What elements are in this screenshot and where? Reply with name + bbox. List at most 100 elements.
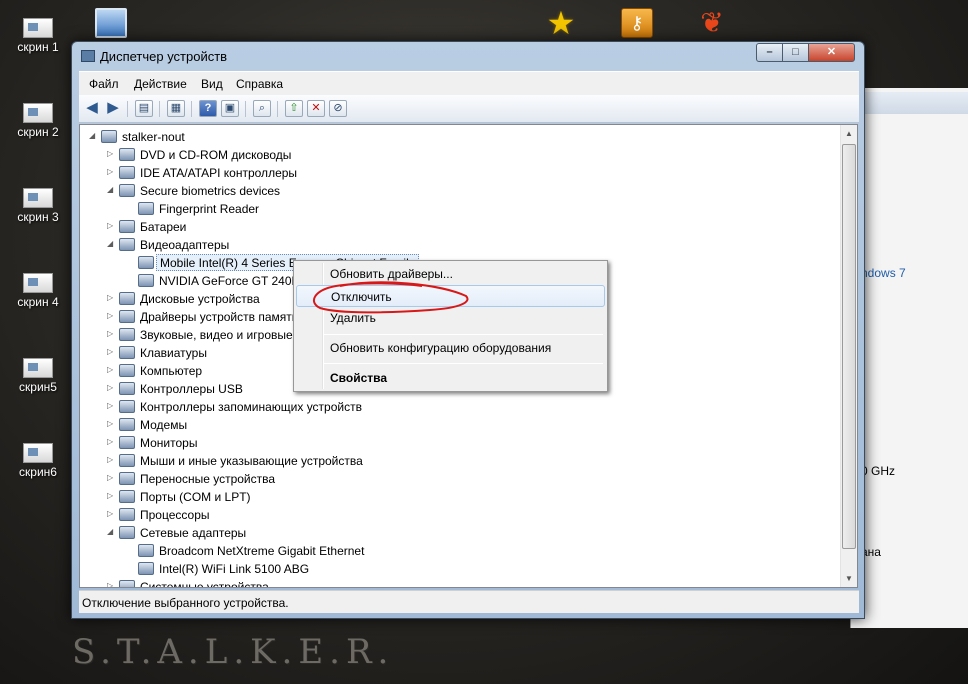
tree-item-label: Видеоадаптеры [140,238,230,252]
disable-device-icon[interactable]: ⊘ [329,100,347,117]
toolbar-separator [191,101,192,117]
collapse-arrow-icon[interactable]: ◢ [107,527,117,536]
menu-item-label: Свойства [330,371,388,385]
close-button[interactable]: ✕ [808,43,855,62]
menu-scan-hardware[interactable]: Обновить конфигурацию оборудования [296,337,605,359]
desktop-icon-screen1[interactable]: скрин 1 [8,18,68,54]
update-driver-icon[interactable]: ⇧ [285,100,303,117]
desktop-icon-screen6[interactable]: скрин6 [8,443,68,479]
computer-icon [101,130,117,143]
tree-item-label: Контроллеры USB [140,382,243,396]
image-file-icon [23,443,53,463]
toolbar-separator [245,101,246,117]
biometric-icon [119,184,135,197]
expand-arrow-icon[interactable]: ▷ [107,167,117,176]
menu-action[interactable]: Действие [134,77,187,91]
menu-separator [324,334,603,335]
vertical-scrollbar[interactable]: ▲ ▼ [840,125,857,587]
expand-arrow-icon[interactable]: ▷ [107,437,117,446]
scroll-up-icon[interactable]: ▲ [841,125,857,142]
title-bar[interactable]: Диспетчер устройств – □ ✕ [72,42,864,70]
uninstall-icon[interactable]: ✕ [307,100,325,117]
desktop-icon-screen4[interactable]: скрин 4 [8,273,68,309]
mouse-icon [119,454,135,467]
computer-monitor-icon[interactable] [95,8,127,38]
menu-view[interactable]: Вид [201,77,223,91]
desktop-icon-screen3[interactable]: скрин 3 [8,188,68,224]
menu-help[interactable]: Справка [236,77,283,91]
computer-icon [119,364,135,377]
expand-arrow-icon[interactable]: ▷ [107,491,117,500]
expand-arrow-icon[interactable]: ▷ [107,149,117,158]
expand-arrow-icon[interactable]: ▷ [107,293,117,302]
tree-item-label: Драйверы устройств памяти [140,310,299,324]
menu-separator [324,363,603,364]
keyboard-icon [119,346,135,359]
expand-arrow-icon[interactable]: ▷ [107,473,117,482]
display-adapter-icon [138,256,154,269]
show-hide-tree-icon[interactable]: ▤ [135,100,153,117]
expand-arrow-icon[interactable]: ▷ [107,383,117,392]
dvd-drive-icon [119,148,135,161]
storage-controller-icon [119,400,135,413]
desktop-icon-screen5[interactable]: скрин5 [8,358,68,394]
background-window: ndows 7 0 GHz ана [850,88,968,628]
background-window-band [851,92,968,114]
network-adapter-icon [138,544,154,557]
key-icon[interactable]: ⚷ [621,8,653,38]
star-icon[interactable]: ★ [545,7,577,39]
desktop-icon-label: скрин 2 [17,125,59,139]
menu-item-label: Обновить драйверы... [330,267,453,281]
expand-arrow-icon[interactable]: ▷ [107,329,117,338]
image-file-icon [23,103,53,123]
tree-item-label: Secure biometrics devices [140,184,281,198]
tree-item-label: NVIDIA GeForce GT 240M [159,274,302,288]
tree-item-label: Intel(R) WiFi Link 5100 ABG [159,562,310,576]
sound-icon [119,328,135,341]
tree-item-label: Контроллеры запоминающих устройств [140,400,362,414]
collapse-arrow-icon[interactable]: ◢ [107,185,117,194]
expand-arrow-icon[interactable]: ▷ [107,365,117,374]
msn-butterfly-icon[interactable]: ❦ [696,8,728,38]
toolbar-separator [277,101,278,117]
device-manager-icon [81,50,95,62]
expand-arrow-icon[interactable]: ▷ [107,311,117,320]
tree-item-label: Мыши и иные указывающие устройства [140,454,363,468]
image-file-icon [23,188,53,208]
portable-device-icon [119,472,135,485]
expand-arrow-icon[interactable]: ▷ [107,221,117,230]
collapse-arrow-icon[interactable]: ◢ [107,239,117,248]
expand-arrow-icon[interactable]: ▷ [107,419,117,428]
forward-arrow-icon[interactable]: ▶ [104,100,122,117]
toolbar-separator [159,101,160,117]
expand-arrow-icon[interactable]: ▷ [107,509,117,518]
tree-item-label: Клавиатуры [140,346,207,360]
image-file-icon [23,18,53,38]
collapse-arrow-icon[interactable]: ◢ [89,131,99,140]
expand-arrow-icon[interactable]: ▷ [107,455,117,464]
tree-item-label: DVD и CD-ROM дисководы [140,148,292,162]
properties-icon[interactable]: ▦ [167,100,185,117]
tree-item-label: Переносные устройства [140,472,276,486]
network-adapter-icon [119,526,135,539]
tree-item-label: Процессоры [140,508,210,522]
desktop-icon-screen2[interactable]: скрин 2 [8,103,68,139]
expand-arrow-icon[interactable]: ▷ [107,347,117,356]
scan-hardware-icon[interactable]: ⌕ [253,100,271,117]
help-icon[interactable]: ? [199,100,217,117]
menu-properties[interactable]: Свойства [296,367,605,389]
back-arrow-icon[interactable]: ◀ [83,100,101,117]
scroll-down-icon[interactable]: ▼ [841,570,857,587]
tree-item-label: Батареи [140,220,187,234]
usb-icon [119,382,135,395]
menu-item-label: Обновить конфигурацию оборудования [330,341,552,355]
expand-arrow-icon[interactable]: ▷ [107,401,117,410]
expand-arrow-icon[interactable]: ▷ [107,581,117,587]
maximize-button[interactable]: □ [782,43,809,62]
action-pane-icon[interactable]: ▣ [221,100,239,117]
menu-file[interactable]: Файл [89,77,119,91]
scroll-thumb[interactable] [842,144,856,549]
minimize-button[interactable]: – [756,43,783,62]
status-text: Отключение выбранного устройства. [82,596,289,610]
desktop-icon-label: скрин 1 [17,40,59,54]
